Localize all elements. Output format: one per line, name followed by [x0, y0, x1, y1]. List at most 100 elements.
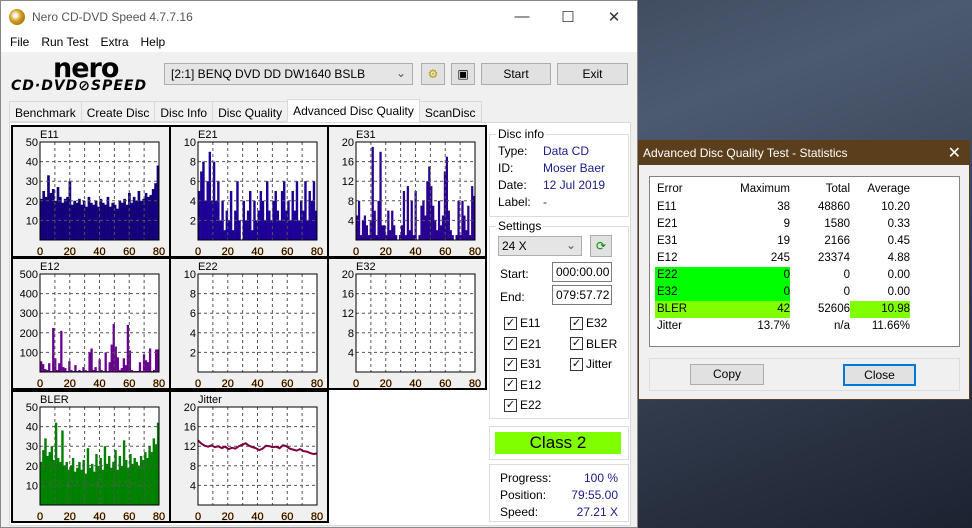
- bar: [219, 220, 222, 240]
- tab-create-disc[interactable]: Create Disc: [80, 101, 156, 122]
- menu-run-test[interactable]: Run Test: [35, 35, 94, 49]
- disc-info-key: Label:: [498, 195, 531, 209]
- tab-benchmark[interactable]: Benchmark: [9, 101, 82, 122]
- bar: [74, 471, 77, 505]
- menu-help[interactable]: Help: [135, 35, 172, 49]
- bar: [383, 225, 386, 240]
- maximize-button[interactable]: ☐: [545, 8, 591, 26]
- bar: [304, 181, 307, 240]
- bar: [408, 230, 411, 240]
- disc-info-value: -: [543, 195, 547, 209]
- bar: [132, 196, 136, 240]
- bar: [123, 198, 126, 240]
- close-dialog-button[interactable]: Close: [843, 364, 916, 386]
- dialog-title: Advanced Disc Quality Test - Statistics: [643, 146, 848, 160]
- checkbox-e12[interactable]: ✓ E12: [504, 378, 541, 392]
- bar: [57, 457, 60, 505]
- y-tick-label: 40: [26, 157, 38, 169]
- progress-value: 100 %: [583, 471, 618, 485]
- y-tick-label: 8: [190, 157, 196, 169]
- table-cell: 0: [783, 269, 790, 281]
- bar: [447, 210, 450, 240]
- checkbox-e22[interactable]: ✓ E22: [504, 398, 541, 412]
- drive-info-button[interactable]: ⚙: [421, 63, 445, 85]
- tab-scandisc[interactable]: ScanDisc: [418, 101, 482, 122]
- checkbox-jitter[interactable]: ✓ Jitter: [570, 357, 612, 371]
- bar: [238, 220, 241, 240]
- exit-button[interactable]: Exit: [557, 63, 628, 85]
- table-cell: 0.33: [887, 218, 910, 230]
- y-tick-label: 8: [190, 461, 196, 473]
- drive-select[interactable]: [2:1] BENQ DVD DD DW1640 BSLB ⌄: [164, 63, 413, 85]
- chart-title: E32: [356, 261, 376, 273]
- bar: [51, 189, 55, 240]
- bar: [391, 210, 394, 240]
- progress-key: Progress:: [500, 471, 552, 485]
- disc-info-key: Date:: [498, 178, 527, 192]
- bar: [223, 230, 226, 240]
- dialog-close-icon[interactable]: ✕: [948, 143, 961, 163]
- end-input[interactable]: 079:57.72: [552, 285, 612, 305]
- bar: [125, 459, 128, 505]
- bar: [64, 368, 67, 372]
- chart-e12: 100 200 300 400 500 0 20 40 60 80 E12: [11, 257, 171, 390]
- bar: [120, 202, 124, 240]
- bar: [42, 191, 46, 240]
- table-cell: E32: [657, 286, 678, 298]
- bar: [451, 235, 454, 240]
- speed-select[interactable]: 24 X ⌄: [498, 236, 582, 256]
- refresh-button[interactable]: ⟳: [590, 235, 612, 257]
- bar: [108, 362, 111, 372]
- close-button[interactable]: ✕: [591, 8, 637, 26]
- checkbox-label: E12: [520, 377, 542, 392]
- checkbox-e11[interactable]: ✓ E11: [504, 316, 540, 330]
- bar: [379, 151, 382, 240]
- table-cell: BLER: [657, 303, 688, 315]
- settings-heading: Settings: [496, 219, 544, 233]
- tab-disc-quality[interactable]: Disc Quality: [212, 101, 289, 122]
- y-tick-label: 16: [342, 289, 354, 301]
- checkbox-label: E22: [520, 398, 542, 412]
- minimize-button[interactable]: —: [499, 8, 545, 26]
- chart-title: E12: [40, 261, 60, 273]
- chart-e32: 4 8 12 16 20 0 20 40 60 80 E32: [327, 257, 487, 390]
- bar: [312, 181, 316, 240]
- y-tick-label: 20: [342, 137, 354, 149]
- checkbox-e21[interactable]: ✓ E21: [504, 337, 541, 351]
- table-cell: E31: [657, 235, 678, 247]
- bar: [144, 360, 148, 372]
- x-tick-label: 80: [311, 378, 323, 390]
- bar: [363, 215, 367, 240]
- chart-jitter: 4 8 12 16 20 0 20 40 60 80 Jitter: [169, 390, 329, 523]
- start-input[interactable]: 000:00.00: [552, 262, 612, 282]
- y-tick-label: 20: [26, 196, 38, 208]
- bar: [400, 225, 404, 240]
- tab-disc-info[interactable]: Disc Info: [154, 101, 214, 122]
- bar: [291, 191, 294, 240]
- copy-button[interactable]: Copy: [690, 364, 764, 385]
- bar: [369, 220, 372, 240]
- menu-bar: File Run Test Extra Help: [1, 32, 637, 52]
- save-button[interactable]: ▣: [451, 63, 475, 85]
- checkbox-e31[interactable]: ✓ E31: [504, 357, 541, 371]
- checkbox-e32[interactable]: ✓ E32: [570, 316, 607, 330]
- nero-logo: nero CD·DVD⊘SPEED: [11, 53, 148, 94]
- checkbox-bler[interactable]: ✓ BLER: [570, 337, 617, 351]
- bar: [104, 352, 107, 372]
- bar: [418, 235, 421, 240]
- y-tick-label: 200: [20, 328, 38, 340]
- settings-group: Settings 24 X ⌄ ⟳ Start: 000:00.00 End: 0…: [489, 219, 629, 419]
- bar: [63, 198, 67, 240]
- start-button[interactable]: Start: [481, 63, 551, 85]
- bar: [106, 196, 110, 240]
- bar: [255, 220, 258, 240]
- bar: [104, 204, 107, 240]
- menu-extra[interactable]: Extra: [94, 35, 134, 49]
- bar: [89, 202, 93, 240]
- y-tick-label: 10: [184, 137, 196, 149]
- bar: [101, 469, 105, 505]
- menu-file[interactable]: File: [4, 35, 35, 49]
- tab-advanced-disc-quality[interactable]: Advanced Disc Quality: [287, 99, 420, 122]
- x-tick-label: 80: [469, 378, 481, 390]
- y-tick-label: 40: [26, 422, 38, 434]
